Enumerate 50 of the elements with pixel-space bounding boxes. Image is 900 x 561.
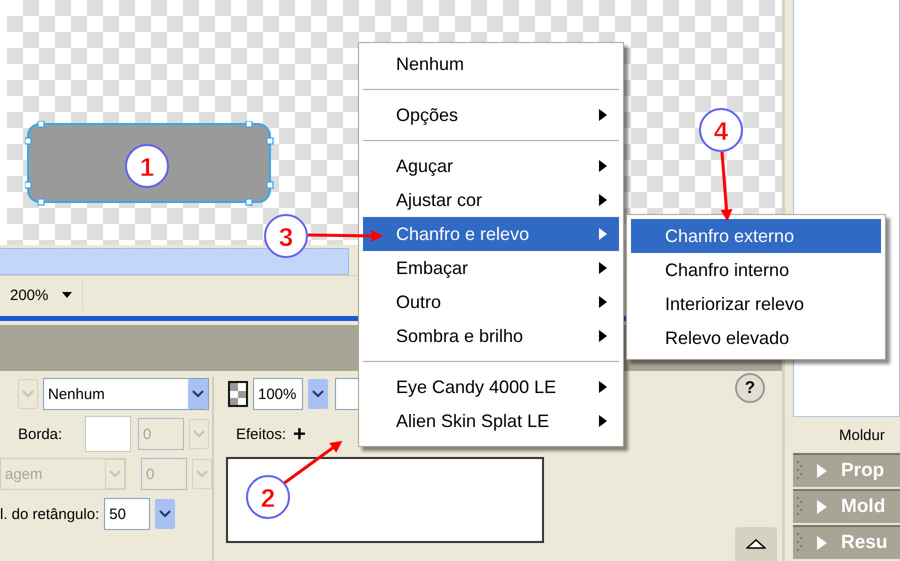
- add-effect-button[interactable]: +: [291, 423, 308, 445]
- callout-number: 2: [246, 475, 290, 519]
- callout-arrow: [720, 152, 732, 222]
- effects-label: Efeitos:: [236, 426, 286, 442]
- opacity-icon: [228, 381, 248, 407]
- rounded-rectangle-shape[interactable]: [25, 121, 274, 206]
- opacity-field[interactable]: 100%: [253, 378, 303, 410]
- chevron-down-icon: [312, 390, 324, 398]
- menu-item[interactable]: Nenhum: [363, 47, 619, 81]
- menu-item[interactable]: Chanfro e relevo: [363, 217, 619, 251]
- menu-item[interactable]: Outro: [363, 285, 619, 319]
- chevron-down-icon: [22, 390, 34, 398]
- menu-item[interactable]: Sombra e brilho: [363, 319, 619, 353]
- color-swatch[interactable]: [85, 416, 131, 452]
- grip-icon: [797, 533, 803, 554]
- help-button[interactable]: ?: [735, 373, 765, 403]
- menu-item[interactable]: Opções: [363, 98, 619, 132]
- chevron-down-icon: [159, 510, 172, 518]
- chevron-down-icon: [109, 470, 121, 478]
- callout-arrow: [282, 440, 342, 486]
- triangle-up-icon: [746, 539, 766, 549]
- menu-item[interactable]: Eye Candy 4000 LE: [363, 370, 619, 404]
- menu-item[interactable]: Ajustar cor: [363, 183, 619, 217]
- menu-item[interactable]: Chanfro interno: [631, 253, 881, 287]
- collapse-button[interactable]: [735, 527, 777, 561]
- callout-number: 4: [699, 108, 743, 152]
- caret-icon: [62, 292, 72, 298]
- menu-item[interactable]: Interiorizar relevo: [631, 287, 881, 321]
- roundness-field[interactable]: 50: [104, 498, 150, 530]
- menu-item[interactable]: Chanfro externo: [631, 219, 881, 253]
- chevron-down-icon: [192, 390, 204, 398]
- roundness-label: l. do retângulo:: [0, 506, 100, 522]
- fill-dropdown[interactable]: Nenhum: [43, 378, 209, 410]
- panel-label: Moldur: [838, 426, 886, 446]
- dropdown-arrow-button[interactable]: [188, 379, 208, 409]
- grip-icon: [797, 461, 803, 482]
- zoom-dropdown[interactable]: 200%: [0, 280, 84, 310]
- menu-item[interactable]: Aguçar: [363, 149, 619, 183]
- menu-item[interactable]: Embaçar: [363, 251, 619, 285]
- dropdown-arrow-button[interactable]: [155, 499, 176, 529]
- grip-icon: [797, 497, 803, 518]
- callout-number: 3: [264, 214, 308, 258]
- dropdown-arrow-button[interactable]: [308, 379, 328, 409]
- callout-number: 1: [125, 144, 169, 188]
- menu-item[interactable]: Relevo elevado: [631, 321, 881, 355]
- border-label: Borda:: [18, 426, 64, 442]
- menu-item[interactable]: Alien Skin Splat LE: [363, 404, 619, 438]
- chevron-down-icon: [193, 430, 205, 438]
- chevron-down-icon: [196, 470, 208, 478]
- effects-list[interactable]: [226, 457, 544, 543]
